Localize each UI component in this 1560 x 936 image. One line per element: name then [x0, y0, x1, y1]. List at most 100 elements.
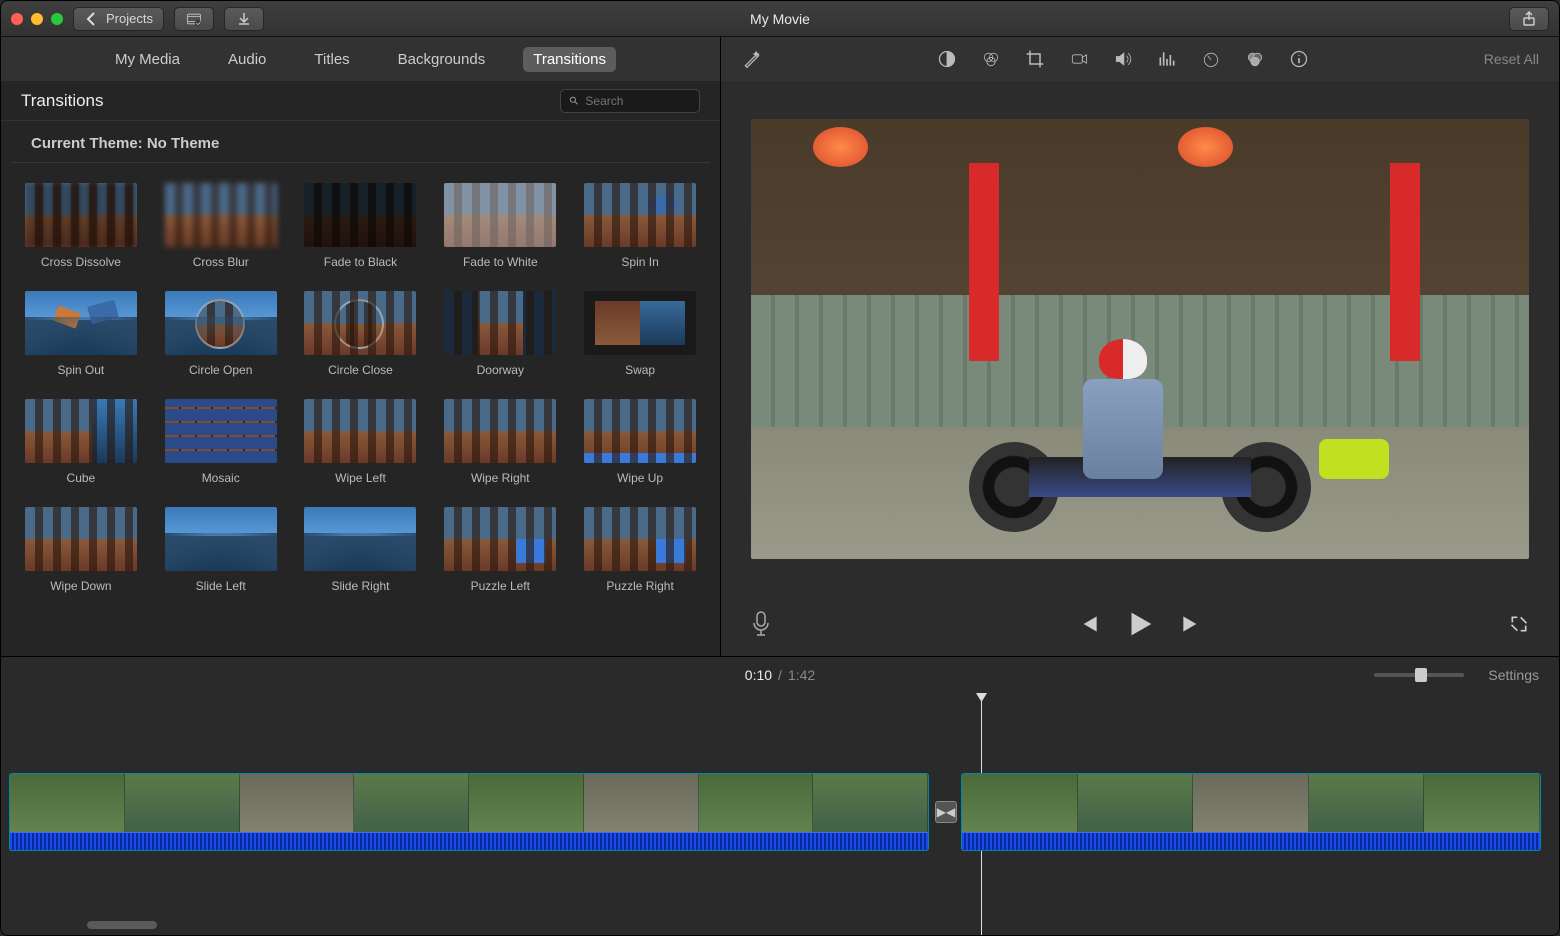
transition-item[interactable]: Fade to Black	[301, 183, 421, 269]
tab-backgrounds[interactable]: Backgrounds	[388, 47, 496, 72]
share-button[interactable]	[1509, 7, 1549, 31]
volume-icon[interactable]	[1112, 48, 1134, 70]
transition-item[interactable]: Wipe Down	[21, 507, 141, 593]
transition-item[interactable]: Puzzle Right	[580, 507, 700, 593]
transition-label: Puzzle Right	[606, 579, 673, 593]
enhance-icon[interactable]	[741, 48, 763, 70]
transition-label: Slide Left	[196, 579, 246, 593]
transition-item[interactable]: Slide Right	[301, 507, 421, 593]
play-button[interactable]	[1123, 607, 1157, 646]
current-time: 0:10	[745, 667, 772, 683]
transition-thumb	[165, 183, 277, 247]
total-time: 1:42	[788, 667, 815, 683]
transition-thumb	[25, 399, 137, 463]
transition-thumb	[25, 507, 137, 571]
color-wheel-icon[interactable]	[980, 48, 1002, 70]
transition-item[interactable]: Wipe Right	[440, 399, 560, 485]
next-button[interactable]	[1179, 611, 1205, 642]
download-button[interactable]	[224, 7, 264, 31]
transition-label: Wipe Up	[617, 471, 663, 485]
timeline-clip-1[interactable]	[9, 773, 929, 851]
equalizer-icon[interactable]	[1156, 48, 1178, 70]
color-balance-icon[interactable]	[936, 48, 958, 70]
transition-thumb	[444, 183, 556, 247]
transition-marker[interactable]: ▶◀	[935, 801, 957, 823]
transition-label: Cube	[67, 471, 96, 485]
reset-all-button[interactable]: Reset All	[1484, 51, 1539, 67]
transition-item[interactable]: Cube	[21, 399, 141, 485]
transition-item[interactable]: Spin In	[580, 183, 700, 269]
transition-label: Fade to White	[463, 255, 538, 269]
transition-label: Mosaic	[202, 471, 240, 485]
transition-item[interactable]: Slide Left	[161, 507, 281, 593]
transition-thumb	[304, 291, 416, 355]
speed-icon[interactable]	[1200, 48, 1222, 70]
tab-transitions[interactable]: Transitions	[523, 47, 616, 72]
transition-item[interactable]: Doorway	[440, 291, 560, 377]
import-media-button[interactable]	[174, 7, 214, 31]
transition-label: Spin Out	[58, 363, 105, 377]
settings-button[interactable]: Settings	[1488, 667, 1539, 683]
transition-item[interactable]: Mosaic	[161, 399, 281, 485]
preview-frame[interactable]	[751, 119, 1529, 559]
tab-my-media[interactable]: My Media	[105, 47, 190, 72]
transition-item[interactable]: Swap	[580, 291, 700, 377]
transition-thumb	[165, 399, 277, 463]
transition-item[interactable]: Fade to White	[440, 183, 560, 269]
content: My Media Audio Titles Backgrounds Transi…	[1, 37, 1559, 935]
browser-title: Transitions	[21, 91, 104, 111]
voiceover-button[interactable]	[751, 611, 771, 642]
back-to-projects-button[interactable]: Projects	[73, 7, 164, 31]
filter-icon[interactable]	[1244, 48, 1266, 70]
transition-label: Fade to Black	[324, 255, 397, 269]
transition-label: Doorway	[477, 363, 524, 377]
minimize-window-button[interactable]	[31, 13, 43, 25]
zoom-handle[interactable]	[1415, 668, 1427, 682]
prev-button[interactable]	[1075, 611, 1101, 642]
crop-icon[interactable]	[1024, 48, 1046, 70]
time-sep: /	[778, 667, 782, 683]
transition-label: Wipe Down	[50, 579, 111, 593]
transition-label: Spin In	[621, 255, 658, 269]
transition-item[interactable]: Puzzle Left	[440, 507, 560, 593]
transition-thumb	[304, 183, 416, 247]
transition-thumb	[584, 507, 696, 571]
window-controls	[11, 13, 63, 25]
timeline-scrollbar[interactable]	[87, 921, 157, 929]
close-window-button[interactable]	[11, 13, 23, 25]
transition-item[interactable]: Wipe Left	[301, 399, 421, 485]
transition-item[interactable]: Cross Dissolve	[21, 183, 141, 269]
playback-controls	[721, 596, 1559, 656]
transition-thumb	[584, 399, 696, 463]
upper-panels: My Media Audio Titles Backgrounds Transi…	[1, 37, 1559, 657]
tab-audio[interactable]: Audio	[218, 47, 276, 72]
transition-item[interactable]: Wipe Up	[580, 399, 700, 485]
fullscreen-button[interactable]	[1509, 614, 1529, 639]
timeline[interactable]: ▶◀	[1, 693, 1559, 935]
transition-item[interactable]: Circle Close	[301, 291, 421, 377]
transition-label: Slide Right	[331, 579, 389, 593]
info-icon[interactable]	[1288, 48, 1310, 70]
timeline-clip-2[interactable]	[961, 773, 1541, 851]
transition-thumb	[304, 507, 416, 571]
search-input[interactable]	[585, 94, 691, 108]
window-title: My Movie	[750, 11, 810, 27]
titlebar: Projects My Movie	[1, 1, 1559, 37]
transition-label: Puzzle Left	[471, 579, 530, 593]
transition-thumb	[444, 291, 556, 355]
zoom-slider[interactable]	[1374, 673, 1464, 677]
tab-titles[interactable]: Titles	[304, 47, 359, 72]
zoom-window-button[interactable]	[51, 13, 63, 25]
transition-label: Wipe Left	[335, 471, 386, 485]
transition-item[interactable]: Cross Blur	[161, 183, 281, 269]
timebar: 0:10 / 1:42 Settings	[1, 657, 1559, 693]
transition-item[interactable]: Spin Out	[21, 291, 141, 377]
transition-thumb	[584, 291, 696, 355]
transition-label: Cross Blur	[193, 255, 249, 269]
transition-label: Circle Open	[189, 363, 252, 377]
stabilize-icon[interactable]	[1068, 48, 1090, 70]
transition-item[interactable]: Circle Open	[161, 291, 281, 377]
search-icon	[569, 95, 579, 107]
search-field[interactable]	[560, 89, 700, 113]
transition-thumb	[444, 399, 556, 463]
